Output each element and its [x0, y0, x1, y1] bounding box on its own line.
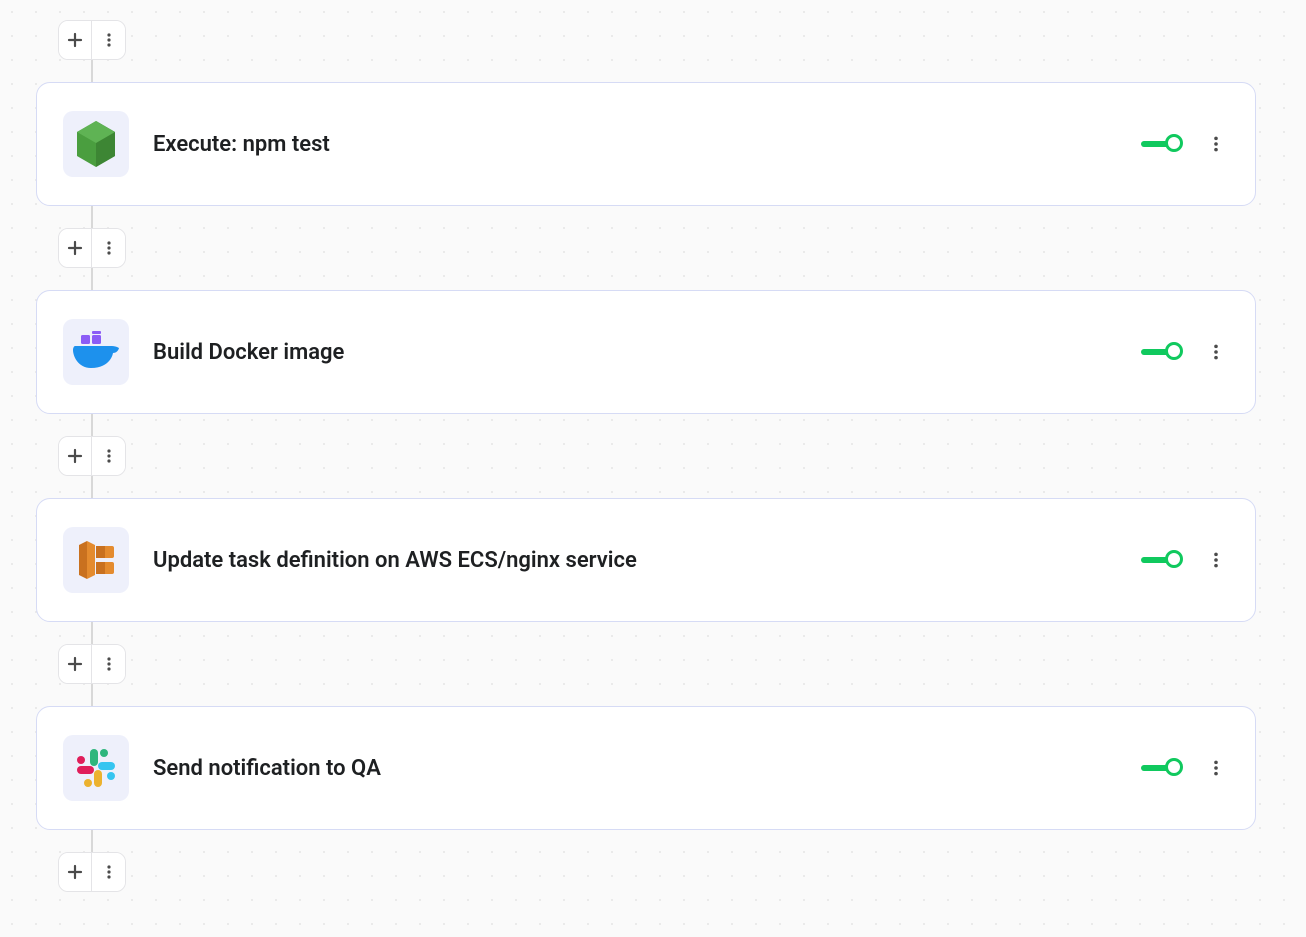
step-title: Update task definition on AWS ECS/nginx …	[153, 548, 1141, 573]
more-vertical-icon	[1207, 759, 1225, 777]
step-icon-box	[63, 527, 129, 593]
docker-icon	[71, 331, 121, 373]
add-step-more-button[interactable]	[92, 853, 125, 891]
pipeline-canvas: Execute: npm test Build Docker image	[36, 20, 1256, 892]
toggle-knob	[1165, 758, 1183, 776]
add-step-button[interactable]	[59, 21, 92, 59]
more-vertical-icon	[101, 656, 117, 672]
toggle-knob	[1165, 550, 1183, 568]
more-vertical-icon	[101, 864, 117, 880]
step-more-button[interactable]	[1203, 755, 1229, 781]
more-vertical-icon	[101, 240, 117, 256]
step-icon-box	[63, 319, 129, 385]
step-card[interactable]: Update task definition on AWS ECS/nginx …	[36, 498, 1256, 622]
more-vertical-icon	[101, 448, 117, 464]
step-more-button[interactable]	[1203, 339, 1229, 365]
step-title: Execute: npm test	[153, 132, 1141, 157]
add-step-more-button[interactable]	[92, 21, 125, 59]
add-step-block	[58, 852, 126, 892]
step-card[interactable]: Execute: npm test	[36, 82, 1256, 206]
slack-icon	[74, 746, 118, 790]
plus-icon	[67, 240, 83, 256]
add-step-button[interactable]	[59, 853, 92, 891]
more-vertical-icon	[1207, 343, 1225, 361]
step-more-button[interactable]	[1203, 547, 1229, 573]
step-icon-box	[63, 111, 129, 177]
step-toggle[interactable]	[1141, 550, 1185, 570]
add-step-block	[58, 644, 126, 684]
add-step-block	[58, 228, 126, 268]
toggle-knob	[1165, 342, 1183, 360]
plus-icon	[67, 32, 83, 48]
more-vertical-icon	[1207, 551, 1225, 569]
step-card[interactable]: Send notification to QA	[36, 706, 1256, 830]
add-step-button[interactable]	[59, 437, 92, 475]
step-toggle[interactable]	[1141, 758, 1185, 778]
step-card[interactable]: Build Docker image	[36, 290, 1256, 414]
add-step-block	[58, 20, 126, 60]
step-title: Send notification to QA	[153, 756, 1141, 781]
step-title: Build Docker image	[153, 340, 1141, 365]
more-vertical-icon	[101, 32, 117, 48]
step-more-button[interactable]	[1203, 131, 1229, 157]
nodejs-icon	[75, 120, 117, 168]
add-step-block	[58, 436, 126, 476]
toggle-knob	[1165, 134, 1183, 152]
step-icon-box	[63, 735, 129, 801]
step-toggle[interactable]	[1141, 342, 1185, 362]
step-toggle[interactable]	[1141, 134, 1185, 154]
add-step-button[interactable]	[59, 229, 92, 267]
add-step-more-button[interactable]	[92, 229, 125, 267]
more-vertical-icon	[1207, 135, 1225, 153]
plus-icon	[67, 864, 83, 880]
plus-icon	[67, 656, 83, 672]
plus-icon	[67, 448, 83, 464]
add-step-more-button[interactable]	[92, 645, 125, 683]
add-step-more-button[interactable]	[92, 437, 125, 475]
aws-ecs-icon	[73, 537, 119, 583]
add-step-button[interactable]	[59, 645, 92, 683]
